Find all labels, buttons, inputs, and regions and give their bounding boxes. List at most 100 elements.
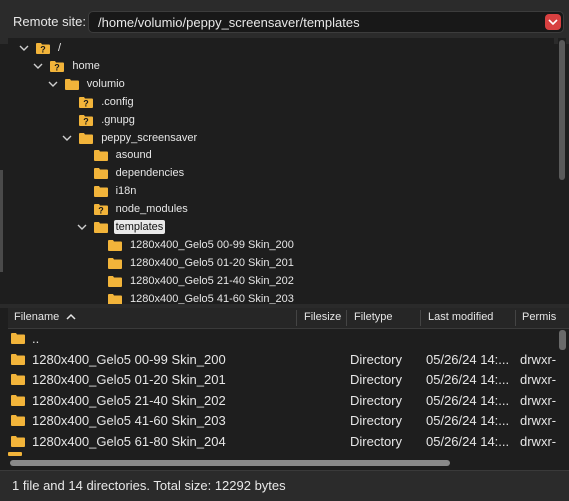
svg-text:?: ? <box>83 98 89 108</box>
file-list-row[interactable]: 1280x400_Gelo5 41-60 Skin_203 Directory 05… <box>8 411 569 431</box>
folder-icon <box>93 167 108 180</box>
tree-node-label: node_modules <box>115 203 188 216</box>
remote-file-list: Filename Filesize Filetype Last modified… <box>8 308 569 470</box>
tree-node-label: 1280x400_Gelo5 41-60 Skin_203 <box>130 292 294 304</box>
chevron-down-icon[interactable] <box>47 78 59 90</box>
file-name: 1280x400_Gelo5 00-99 Skin_200 <box>32 351 226 367</box>
tree-expander[interactable] <box>61 114 73 126</box>
file-list-row[interactable]: 1280x400_Gelo5 61-80 Skin_204 Directory 05… <box>8 432 569 452</box>
unknown-folder-icon: ? <box>93 203 108 216</box>
folder-icon <box>108 293 122 304</box>
file-list-vertical-scrollbar[interactable] <box>558 330 567 450</box>
tree-node-label: .gnupg <box>101 113 135 126</box>
file-name: 1280x400_Gelo5 61-80 Skin_204 <box>32 433 226 449</box>
file-list-row[interactable]: 1280x400_Gelo5 00-99 Skin_200 Directory 05… <box>8 350 569 370</box>
chevron-down-icon[interactable] <box>545 14 561 30</box>
tree-node[interactable]: 1280x400_Gelo5 41-60 Skin_203 <box>90 290 296 304</box>
tree-node-label: peppy_screensaver <box>101 131 198 144</box>
tree-scrollbar-thumb[interactable] <box>559 40 565 180</box>
file-last-modified: 05/26/24 14:... <box>426 413 510 428</box>
file-permissions: drwxr- <box>520 392 557 408</box>
column-filename-label: Filename <box>14 311 60 323</box>
remote-site-path-combobox[interactable]: /home/volumio/peppy_screensaver/template… <box>88 11 564 33</box>
tree-node-label: .config <box>101 95 134 108</box>
column-separator[interactable] <box>420 310 421 326</box>
column-filesize[interactable]: Filesize <box>304 311 341 323</box>
remote-site-label: Remote site: <box>13 14 86 29</box>
tree-node[interactable]: ? node_modules <box>76 200 190 218</box>
column-filetype[interactable]: Filetype <box>354 311 393 323</box>
sort-ascending-icon <box>66 314 76 320</box>
column-filename[interactable]: Filename <box>14 311 76 323</box>
file-type: Directory <box>350 351 403 367</box>
file-name: 1280x400_Gelo5 01-20 Skin_201 <box>32 372 226 387</box>
svg-text:?: ? <box>98 206 104 216</box>
tree-vertical-scrollbar[interactable] <box>558 38 566 304</box>
tree-node[interactable]: ? .gnupg <box>61 111 137 129</box>
folder-icon <box>11 414 25 426</box>
tree-node[interactable]: ? .config <box>61 93 135 111</box>
tree-node[interactable]: templates <box>76 218 166 236</box>
tree-node[interactable]: 1280x400_Gelo5 21-40 Skin_202 <box>90 272 296 290</box>
tree-expander[interactable] <box>90 275 102 287</box>
svg-text:?: ? <box>40 45 46 55</box>
unknown-folder-icon: ? <box>79 114 94 126</box>
file-list-row[interactable]: .. <box>8 329 569 349</box>
tree-node[interactable]: peppy_screensaver <box>61 129 199 147</box>
file-type: Directory <box>350 433 403 449</box>
remote-site-path-value[interactable]: /home/volumio/peppy_screensaver/template… <box>98 15 360 30</box>
chevron-down-icon[interactable] <box>76 221 88 233</box>
unknown-folder-icon: ? <box>36 42 50 55</box>
svg-text:?: ? <box>83 116 89 126</box>
file-type: Directory <box>350 372 403 387</box>
folder-icon <box>11 353 25 365</box>
tree-expander[interactable] <box>76 203 88 215</box>
column-last-modified[interactable]: Last modified <box>428 311 493 323</box>
chevron-down-icon[interactable] <box>18 42 30 54</box>
column-separator[interactable] <box>515 310 516 326</box>
tree-expander[interactable] <box>76 167 88 179</box>
tree-expander[interactable] <box>90 293 102 304</box>
tree-expander[interactable] <box>90 257 102 269</box>
tree-expander[interactable] <box>76 149 88 161</box>
file-list-horizontal-scrollbar[interactable] <box>10 458 555 468</box>
tree-node-label: volumio <box>86 77 125 90</box>
tree-node[interactable]: ? / <box>18 39 63 57</box>
tree-node[interactable]: 1280x400_Gelo5 01-20 Skin_201 <box>90 254 296 272</box>
file-last-modified: 05/26/24 14:... <box>426 372 510 387</box>
status-text: 1 file and 14 directories. Total size: 1… <box>12 478 286 493</box>
tree-node-label: home <box>72 59 100 72</box>
column-separator[interactable] <box>296 310 297 326</box>
folder-icon <box>8 452 22 456</box>
file-list-row[interactable]: 1280x400_Gelo5 01-20 Skin_201 Directory 05… <box>8 370 569 390</box>
tree-node[interactable]: 1280x400_Gelo5 00-99 Skin_200 <box>90 236 296 254</box>
tree-node[interactable]: i18n <box>76 182 139 200</box>
tree-node[interactable]: volumio <box>47 75 127 93</box>
unknown-folder-icon: ? <box>79 96 94 108</box>
tree-node[interactable]: asound <box>76 146 154 164</box>
chevron-down-icon[interactable] <box>32 60 44 72</box>
tree-node[interactable]: dependencies <box>76 164 187 182</box>
tree-node-label: asound <box>115 149 152 162</box>
column-permissions[interactable]: Permis <box>522 311 556 323</box>
status-bar: 1 file and 14 directories. Total size: 1… <box>0 470 569 501</box>
splitter-handle[interactable] <box>0 170 3 272</box>
file-permissions: drwxr- <box>520 372 557 387</box>
folder-icon <box>93 149 108 162</box>
file-list-scrollbar-thumb[interactable] <box>559 330 566 350</box>
remote-directory-tree[interactable]: ? /? home volumio? .config? .gnupg peppy_scree… <box>8 38 554 304</box>
tree-node[interactable]: ? home <box>32 57 102 75</box>
horizontal-scrollbar-thumb[interactable] <box>10 460 450 466</box>
file-last-modified: 05/26/24 14:... <box>426 433 510 449</box>
column-separator[interactable] <box>346 310 347 326</box>
folder-icon <box>108 275 122 287</box>
chevron-down-icon[interactable] <box>61 132 73 144</box>
tree-expander[interactable] <box>90 239 102 251</box>
tree-expander[interactable] <box>76 185 88 197</box>
tree-expander[interactable] <box>61 96 73 108</box>
tree-node-label: dependencies <box>115 167 185 180</box>
file-last-modified: 05/26/24 14:... <box>426 392 510 408</box>
file-last-modified: 05/26/24 14:... <box>426 351 510 367</box>
file-list-row[interactable]: 1280x400_Gelo5 21-40 Skin_202 Directory 05… <box>8 391 569 411</box>
file-permissions: drwxr- <box>520 413 557 428</box>
